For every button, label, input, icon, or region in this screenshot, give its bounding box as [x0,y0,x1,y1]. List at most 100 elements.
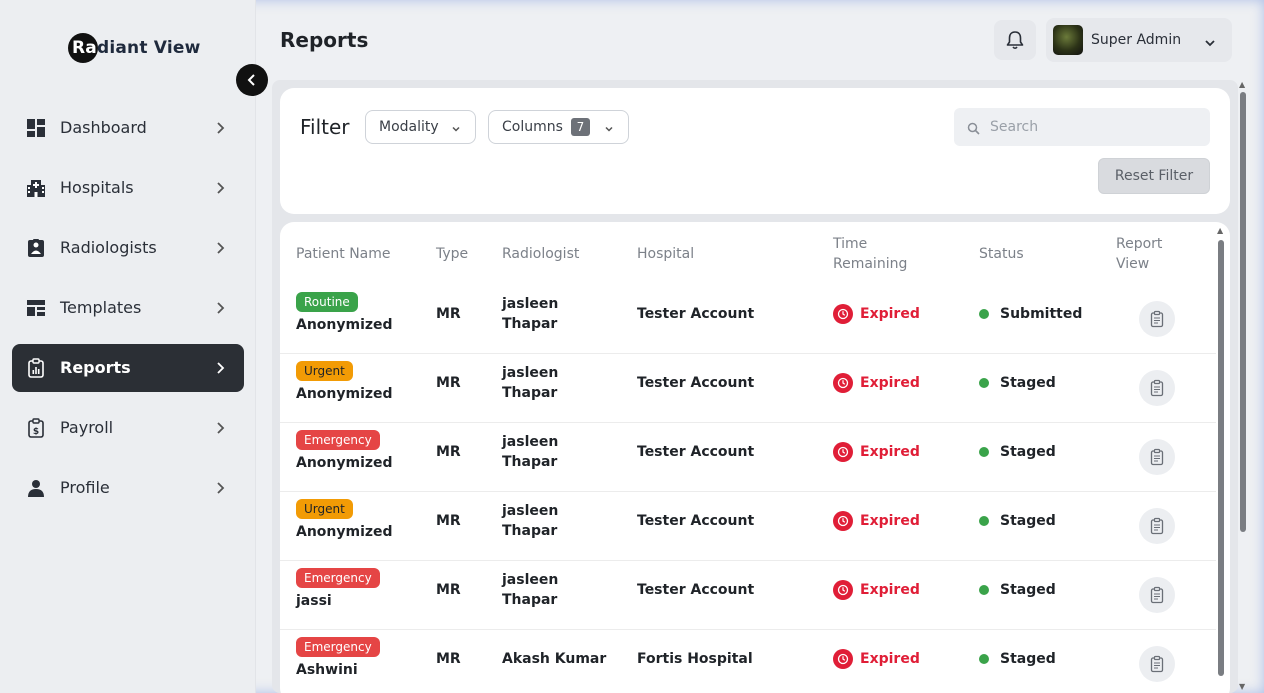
radiologist-line: Thapar [502,316,558,332]
time-text: Expired [860,375,920,391]
chevron-right-icon [212,300,228,316]
payroll-icon: $ [26,418,46,438]
sidebar: Radiant View Dashboard Hospitals Radiolo… [0,0,256,693]
timer-icon [833,580,853,600]
header-text: Time [833,236,868,252]
hospital-icon [26,178,46,198]
search-icon [967,120,980,139]
page-scrollbar[interactable]: ▲ ▼ [1239,80,1246,693]
status-text: Staged [1000,582,1056,598]
svg-text:$: $ [33,427,39,437]
scroll-down-icon[interactable]: ▼ [1239,682,1245,691]
status-dot [979,378,989,388]
radiologist-line: Akash Kumar [502,651,607,667]
sidebar-item-payroll[interactable]: $ Payroll [12,404,244,452]
modality-dropdown[interactable]: Modality [365,110,476,144]
sidebar-item-profile[interactable]: Profile [12,464,244,512]
radiologist-line: Thapar [502,454,558,470]
table-row[interactable]: Urgent Anonymized MR jasleen Thapar Teste… [280,354,1216,423]
hospital-name: Tester Account [637,306,755,322]
chevron-right-icon [212,240,228,256]
sidebar-collapse-button[interactable] [236,64,268,96]
chevron-right-icon [212,180,228,196]
sidebar-item-hospitals[interactable]: Hospitals [12,164,244,212]
chevron-down-icon [1204,34,1216,53]
table-row[interactable]: Emergency jassi MR jasleen Thapar Tester … [280,561,1216,630]
chevron-right-icon [212,360,228,376]
radiologist-line: jasleen [502,434,559,450]
column-header-report-view[interactable]: Report View [1116,234,1162,274]
clipboard-chart-icon [26,358,46,378]
chevron-right-icon [212,120,228,136]
columns-dropdown[interactable]: Columns 7 [488,110,629,144]
filter-label: Filter [300,115,350,139]
modality-type: MR [436,375,461,391]
report-view-button[interactable] [1139,439,1175,475]
priority-badge: Routine [296,292,358,312]
column-header-patient-name[interactable]: Patient Name [296,244,391,264]
bell-icon [1006,31,1024,50]
sidebar-item-label: Dashboard [60,118,147,137]
radiologist-line: Thapar [502,385,558,401]
sidebar-item-dashboard[interactable]: Dashboard [12,104,244,152]
patient-name: Anonymized [296,317,393,333]
report-view-button[interactable] [1139,646,1175,682]
time-remaining: Expired [833,580,920,600]
logo[interactable]: Radiant View [68,33,201,63]
reports-table: Patient Name Type Radiologist Hospital T… [280,222,1230,693]
user-menu-button[interactable]: Super Admin [1046,18,1232,62]
status-badge: Staged [979,580,1056,600]
scroll-up-icon[interactable]: ▲ [1217,226,1223,235]
chevron-left-icon [247,74,255,86]
reset-filter-button[interactable]: Reset Filter [1098,158,1210,194]
scrollbar-thumb[interactable] [1218,240,1224,676]
status-badge: Staged [979,373,1056,393]
sidebar-item-reports[interactable]: Reports [12,344,244,392]
sidebar-item-label: Radiologists [60,238,157,257]
table-row[interactable]: Routine Anonymized MR jasleen Thapar Test… [280,285,1216,354]
column-header-hospital[interactable]: Hospital [637,244,694,264]
scroll-up-icon[interactable]: ▲ [1239,80,1245,89]
status-text: Staged [1000,375,1056,391]
time-text: Expired [860,651,920,667]
search-input[interactable] [990,108,1200,146]
patient-name: Anonymized [296,524,393,540]
status-dot [979,516,989,526]
chevron-right-icon [212,480,228,496]
priority-badge: Urgent [296,499,353,519]
column-header-type[interactable]: Type [436,244,468,264]
priority-badge: Urgent [296,361,353,381]
status-badge: Staged [979,442,1056,462]
columns-count-badge: 7 [570,118,590,136]
app-window: Radiant View Dashboard Hospitals Radiolo… [0,0,1264,693]
hospital-name: Tester Account [637,375,755,391]
status-dot [979,309,989,319]
status-text: Staged [1000,513,1056,529]
modality-type: MR [436,513,461,529]
notifications-button[interactable] [994,20,1036,60]
radiologist-line: jasleen [502,503,559,519]
table-scrollbar[interactable]: ▲ [1217,226,1224,693]
report-view-button[interactable] [1139,370,1175,406]
radiologist-line: jasleen [502,365,559,381]
radiologist-line: Thapar [502,523,558,539]
clipboard-icon [1150,586,1164,604]
column-header-radiologist[interactable]: Radiologist [502,244,579,264]
sidebar-item-radiologists[interactable]: Radiologists [12,224,244,272]
status-text: Staged [1000,651,1056,667]
column-header-status[interactable]: Status [979,244,1024,264]
report-view-button[interactable] [1139,301,1175,337]
report-view-button[interactable] [1139,577,1175,613]
table-row[interactable]: Urgent Anonymized MR jasleen Thapar Teste… [280,492,1216,561]
table-row[interactable]: Emergency Ashwini MR Akash Kumar Fortis … [280,630,1216,693]
sidebar-item-templates[interactable]: Templates [12,284,244,332]
table-row[interactable]: Emergency Anonymized MR jasleen Thapar Te… [280,423,1216,492]
header-text: Report [1116,236,1163,252]
scrollbar-thumb[interactable] [1240,92,1246,532]
columns-label: Columns [502,119,563,135]
clipboard-icon [1150,448,1164,466]
column-header-time-remaining[interactable]: Time Remaining [833,234,907,274]
report-view-button[interactable] [1139,508,1175,544]
priority-badge: Emergency [296,637,380,657]
time-remaining: Expired [833,442,920,462]
